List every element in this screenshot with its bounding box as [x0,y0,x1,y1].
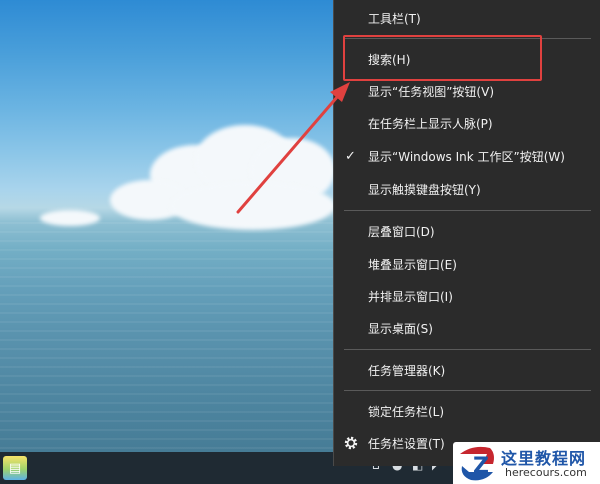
menu-item-label: 任务管理器(K) [368,363,446,378]
menu-item-label: 显示桌面(S) [368,321,433,336]
menu-item-lock-taskbar[interactable]: 锁定任务栏(L) [334,395,600,427]
svg-text:Z: Z [473,454,489,479]
checkmark-icon: ✓ [345,148,356,164]
menu-item-label: 在任务栏上显示人脉(P) [368,116,493,131]
menu-item-show-people[interactable]: 在任务栏上显示人脉(P) [334,107,600,139]
menu-item-cascade-windows[interactable]: 层叠窗口(D) [334,215,600,247]
menu-item-label: 锁定任务栏(L) [368,404,445,419]
menu-item-label: 并排显示窗口(I) [368,289,453,304]
menu-item-side-by-side-windows[interactable]: 并排显示窗口(I) [334,280,600,312]
menu-item-label: 显示“Windows Ink 工作区”按钮(W) [368,149,565,164]
menu-item-label: 显示触摸键盘按钮(Y) [368,182,481,197]
menu-separator [344,349,591,350]
menu-item-show-desktop[interactable]: 显示桌面(S) [334,312,600,344]
menu-item-toolbars[interactable]: 工具栏(T) [334,2,600,34]
menu-item-label: 显示“任务视图”按钮(V) [368,84,495,99]
menu-item-stack-windows[interactable]: 堆叠显示窗口(E) [334,248,600,280]
menu-item-task-manager[interactable]: 任务管理器(K) [334,354,600,386]
site-logo: Z [460,446,494,481]
app-tile-icon[interactable]: ▤ [3,456,27,480]
gear-icon [344,436,358,450]
watermark: Z 这里教程网 herecours.com [453,442,600,484]
menu-item-label: 堆叠显示窗口(E) [368,257,457,272]
menu-separator [344,390,591,391]
menu-item-windows-ink-button[interactable]: ✓ 显示“Windows Ink 工作区”按钮(W) [334,140,600,172]
menu-item-label: 层叠窗口(D) [368,224,435,239]
watermark-url: herecours.com [505,466,587,479]
menu-item-label: 工具栏(T) [368,11,421,26]
menu-separator [344,210,591,211]
menu-item-label: 任务栏设置(T) [368,436,445,451]
highlight-box [343,35,542,81]
menu-item-touch-keyboard-button[interactable]: 显示触摸键盘按钮(Y) [334,173,600,205]
